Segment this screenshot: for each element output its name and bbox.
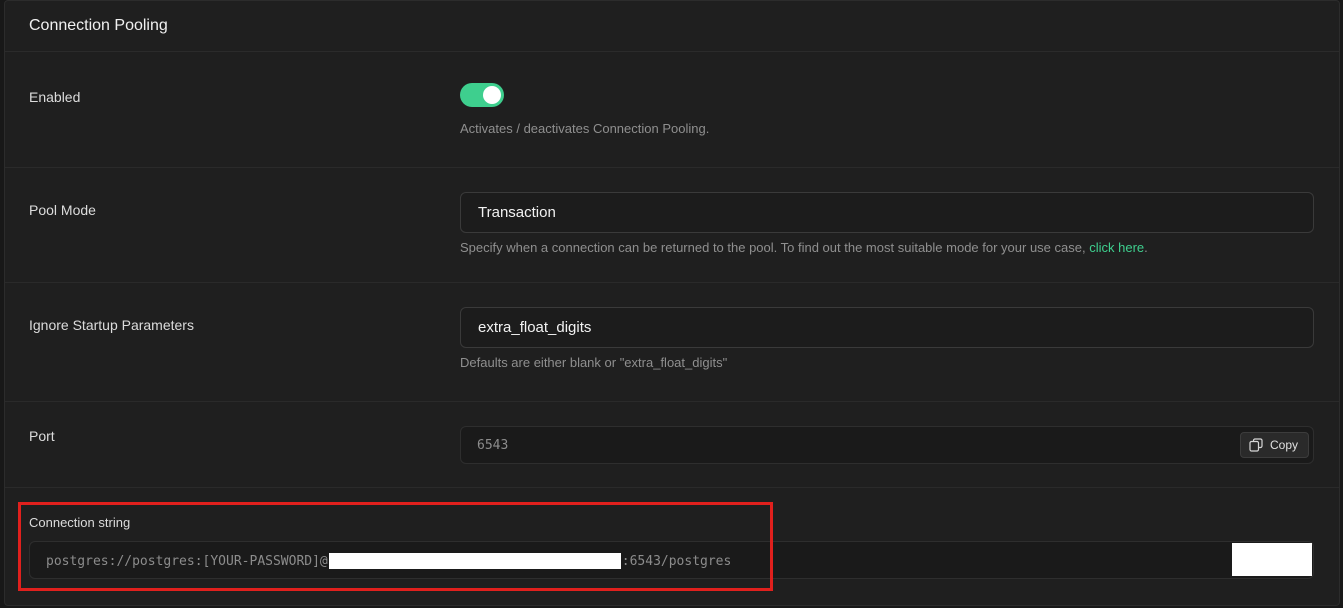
panel-title: Connection Pooling [29, 17, 168, 34]
panel-header: Connection Pooling [5, 1, 1339, 52]
port-label: Port [29, 428, 55, 444]
port-field[interactable]: 6543 Copy [460, 426, 1314, 464]
toggle-knob [483, 86, 501, 104]
row-divider [5, 167, 1339, 168]
redacted-copy-button [1232, 543, 1312, 576]
enabled-toggle[interactable] [460, 83, 504, 107]
row-divider [5, 487, 1339, 488]
ignore-startup-select[interactable]: extra_float_digits [460, 307, 1314, 348]
pool-mode-description-text: Specify when a connection can be returne… [460, 240, 1086, 255]
row-divider [5, 282, 1339, 283]
pool-mode-value: Transaction [478, 204, 556, 221]
enabled-label: Enabled [29, 89, 81, 105]
link-suffix: . [1144, 240, 1148, 255]
enabled-description: Activates / deactivates Connection Pooli… [460, 121, 710, 136]
click-here-link[interactable]: click here [1089, 240, 1144, 255]
port-value: 6543 [477, 438, 509, 453]
pool-mode-select[interactable]: Transaction [460, 192, 1314, 233]
copy-icon [1249, 438, 1263, 452]
copy-port-button[interactable]: Copy [1239, 432, 1309, 458]
pool-mode-label: Pool Mode [29, 202, 96, 218]
highlight-box [18, 502, 773, 591]
pool-mode-description: Specify when a connection can be returne… [460, 240, 1148, 255]
ignore-startup-label: Ignore Startup Parameters [29, 317, 194, 333]
ignore-startup-value: extra_float_digits [478, 319, 592, 336]
row-divider [5, 401, 1339, 402]
copy-label: Copy [1269, 438, 1298, 452]
ignore-startup-description: Defaults are either blank or "extra_floa… [460, 355, 728, 370]
